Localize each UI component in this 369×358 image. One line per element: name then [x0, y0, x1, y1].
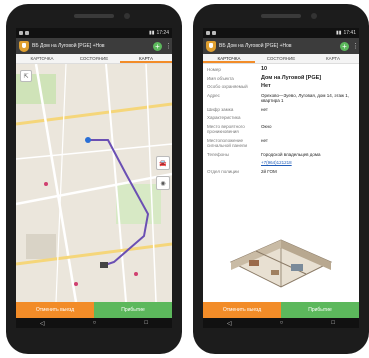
tab-card[interactable]: Карточка: [16, 54, 68, 63]
notification-icon: [19, 31, 23, 35]
usb-icon: [212, 31, 216, 35]
field-value: 2й ГОМ: [261, 168, 277, 174]
arrive-button[interactable]: Прибытие: [281, 302, 359, 318]
status-bar: ▮▮ 17:24: [16, 28, 172, 38]
add-icon[interactable]: +: [340, 41, 349, 51]
home-icon[interactable]: ○: [280, 320, 284, 326]
field-row: Имя объекта Дом на Луговой [PGE]: [207, 74, 355, 82]
recents-icon[interactable]: □: [331, 320, 335, 326]
field-value: нет: [261, 106, 268, 112]
field-row: Отдел полиции 2й ГОМ: [207, 169, 355, 175]
field-value: 10: [261, 66, 268, 72]
usb-icon: [25, 31, 29, 35]
phone-link[interactable]: +7(964)121218: [261, 160, 355, 166]
tab-card[interactable]: Карточка: [203, 54, 255, 63]
shield-logo-icon: [19, 40, 29, 52]
field-row: Характеристика: [207, 115, 355, 121]
field-label: Характеристика: [207, 115, 241, 120]
overflow-menu-icon[interactable]: ⋮: [165, 42, 172, 50]
field-row: Телефоны Городской владельцев дома: [207, 152, 355, 158]
field-row: +7(964)121218: [207, 160, 355, 166]
map-view[interactable]: ⇱ 🚘 ◉: [16, 64, 172, 302]
tab-state[interactable]: Состояние: [68, 54, 120, 63]
app-title: ВБ Дом на Луговой [PGE] +Нов: [32, 43, 105, 49]
phone-left: ▮▮ 17:24 ВБ Дом на Луговой [PGE] +Нов + ⋮…: [6, 4, 182, 354]
cancel-button[interactable]: Отменить выезд: [203, 302, 281, 318]
action-bar: Отменить выезд Прибытие: [203, 302, 359, 318]
field-value: Дом на Луговой [PGE]: [261, 74, 322, 81]
screen-card: ▮▮ 17:41 ВБ Дом на Луговой [PGE] +Нов + ⋮…: [203, 28, 359, 328]
field-value: Городской владельцев дома: [261, 151, 321, 157]
status-time: 17:24: [156, 30, 169, 36]
back-icon[interactable]: ◁: [40, 320, 45, 327]
field-label: Местоположение сигнальной панели: [207, 137, 248, 149]
shield-logo-icon: [206, 40, 216, 52]
status-bar: ▮▮ 17:41: [203, 28, 359, 38]
floor-plan-image: [229, 239, 333, 288]
tab-state[interactable]: Состояние: [255, 54, 307, 63]
field-value: [261, 115, 355, 121]
field-row: Номер 10: [207, 66, 355, 73]
add-icon[interactable]: +: [153, 41, 162, 51]
status-time: 17:41: [343, 30, 356, 36]
recents-icon[interactable]: □: [144, 320, 148, 326]
field-value: Нет: [261, 83, 271, 89]
field-row: Особо охраняемый Нет: [207, 83, 355, 90]
field-list: Номер 10 Имя объекта Дом на Луговой [PGE] Ос…: [207, 66, 355, 175]
field-row: Шифр замка нет: [207, 107, 355, 113]
tab-bar: Карточка Состояние Карта: [16, 54, 172, 64]
signal-icon: ▮▮: [335, 30, 342, 36]
field-label: Номер: [207, 67, 221, 72]
field-label: Место вероятного проникновения: [207, 123, 245, 135]
app-title: ВБ Дом на Луговой [PGE] +Нов: [219, 43, 292, 49]
speaker: [74, 14, 114, 18]
field-label: [207, 160, 261, 166]
object-card: Номер 10 Имя объекта Дом на Луговой [PGE] Ос…: [203, 64, 359, 302]
field-value: Окно: [261, 123, 272, 129]
compass-icon[interactable]: ⇱: [20, 70, 32, 82]
tab-map[interactable]: Карта: [120, 54, 172, 63]
field-label: Отдел полиции: [207, 168, 239, 174]
field-row: Адрес Орехово—Зуево, Луговая, дом 14, эта…: [207, 93, 355, 104]
notification-icon: [206, 31, 210, 35]
screen-map: ▮▮ 17:24 ВБ Дом на Луговой [PGE] +Нов + ⋮…: [16, 28, 172, 328]
start-marker-icon[interactable]: [85, 137, 91, 143]
signal-icon: ▮▮: [148, 30, 155, 36]
arrive-button[interactable]: Прибытие: [94, 302, 172, 318]
app-bar: ВБ Дом на Луговой [PGE] +Нов + ⋮: [203, 38, 359, 54]
action-bar: Отменить выезд Прибытие: [16, 302, 172, 318]
field-value: Орехово—Зуево, Луговая, дом 14, этаж 1, …: [261, 92, 349, 104]
field-row: Местоположение сигнальной панели нет: [207, 138, 355, 149]
location-button[interactable]: ◉: [156, 176, 170, 190]
field-label: Адрес: [207, 92, 220, 98]
field-label: Особо охраняемый: [207, 84, 248, 89]
home-icon[interactable]: ○: [93, 320, 97, 326]
vehicle-button[interactable]: 🚘: [156, 156, 170, 170]
phone-right: ▮▮ 17:41 ВБ Дом на Луговой [PGE] +Нов + ⋮…: [193, 4, 369, 354]
back-icon[interactable]: ◁: [227, 320, 232, 327]
car-icon[interactable]: [100, 262, 108, 268]
tab-map[interactable]: Карта: [307, 54, 359, 63]
camera: [311, 13, 317, 19]
overflow-menu-icon[interactable]: ⋮: [352, 42, 359, 50]
field-value: нет: [261, 137, 268, 143]
field-row: Место вероятного проникновения Окно: [207, 124, 355, 135]
map-canvas[interactable]: [16, 64, 172, 302]
field-label: Телефоны: [207, 151, 229, 157]
nav-bar: ◁ ○ □: [203, 318, 359, 328]
cancel-button[interactable]: Отменить выезд: [16, 302, 94, 318]
tab-bar: Карточка Состояние Карта: [203, 54, 359, 64]
nav-bar: ◁ ○ □: [16, 318, 172, 328]
field-label: Имя объекта: [207, 75, 234, 81]
field-label: Шифр замка: [207, 106, 234, 112]
camera: [124, 13, 130, 19]
speaker: [261, 14, 301, 18]
app-bar: ВБ Дом на Луговой [PGE] +Нов + ⋮: [16, 38, 172, 54]
